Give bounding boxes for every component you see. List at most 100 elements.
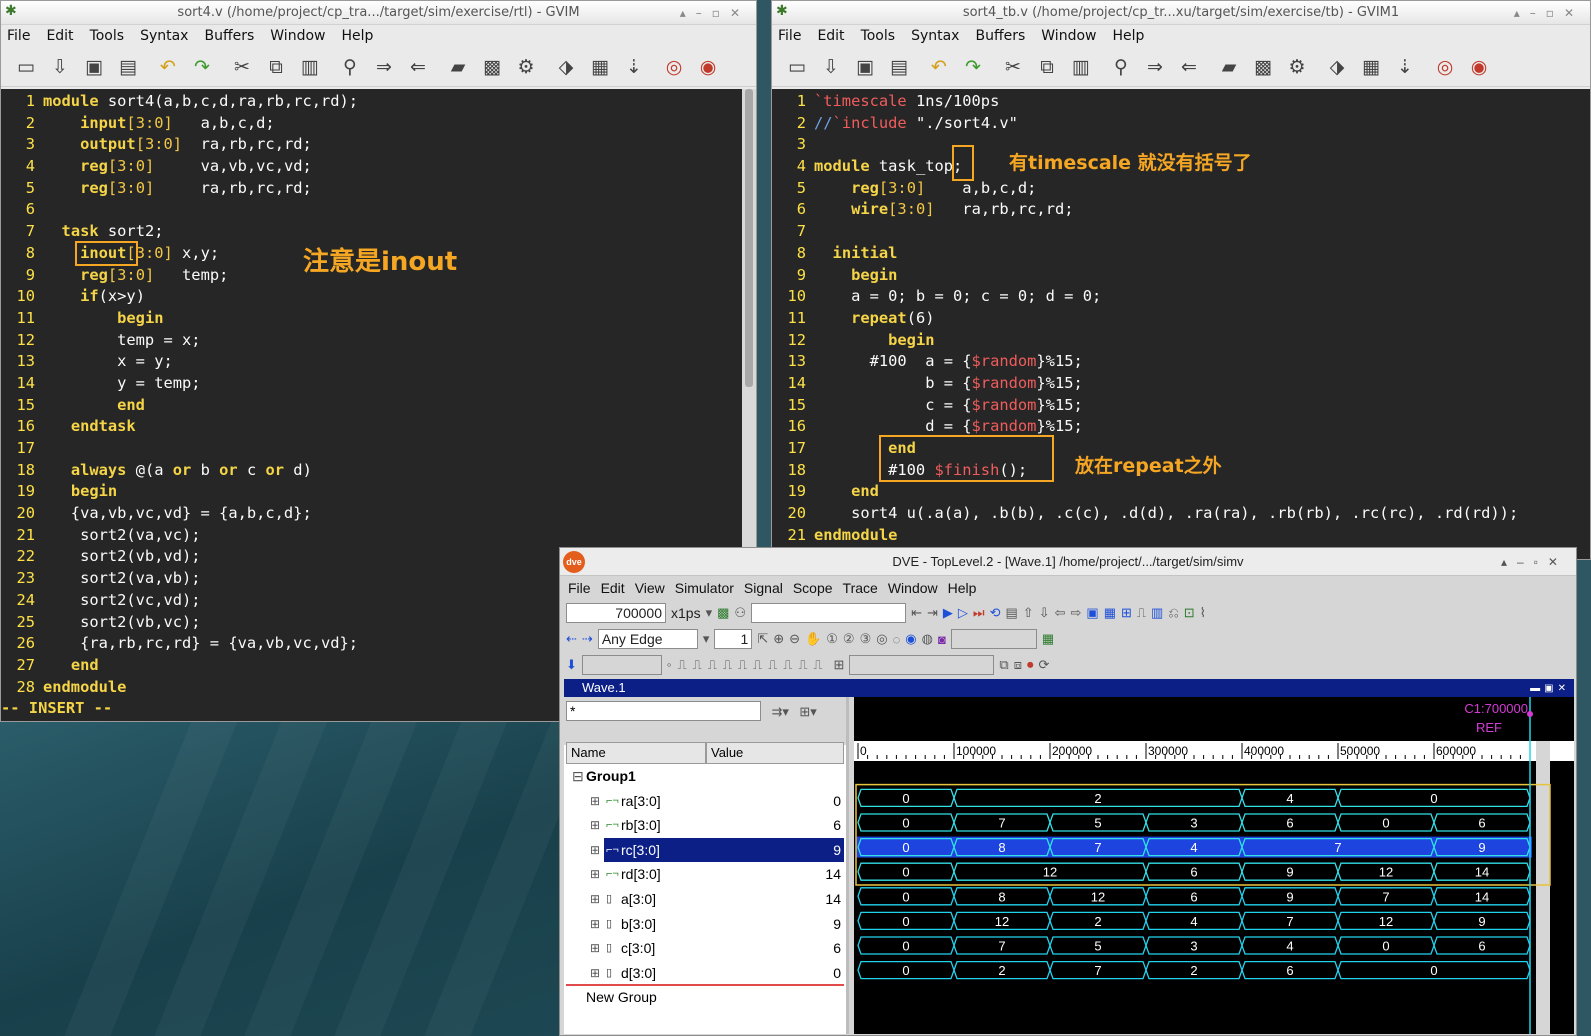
binoculars-icon[interactable]: ⚇ xyxy=(734,605,746,621)
title-bar[interactable]: ✱ sort4.v (/home/project/cp_tra.../targe… xyxy=(1,1,756,25)
table-icon[interactable]: ▦ xyxy=(1354,47,1388,87)
save-session-icon[interactable]: ▩ xyxy=(475,47,509,87)
find-help-icon[interactable]: ◉ xyxy=(691,47,725,87)
load-session-icon[interactable]: ▰ xyxy=(1212,47,1246,87)
code-line[interactable]: 11 begin xyxy=(1,308,756,330)
compare-all-icon[interactable]: ⧈ xyxy=(1014,657,1022,673)
copy-icon[interactable]: ⧉ xyxy=(259,47,293,87)
compare-icon[interactable]: ⧉ xyxy=(999,657,1008,673)
code-line[interactable]: 17 xyxy=(1,438,756,460)
time-unit-select[interactable]: x1ps xyxy=(671,605,701,621)
code-line[interactable]: 15 c = {$random}%15; xyxy=(772,395,1590,417)
find-next-icon[interactable]: ⇒ xyxy=(367,47,401,87)
save-icon[interactable]: ⇩ xyxy=(43,47,77,87)
search-next-icon[interactable]: ⇥ xyxy=(927,605,938,621)
paste-icon[interactable]: ▥ xyxy=(1064,47,1098,87)
signal-row[interactable]: ⊞ a[3:0] ▯ 14 xyxy=(566,887,844,912)
redo-icon[interactable]: ↷ xyxy=(956,47,990,87)
paste-icon[interactable]: ▥ xyxy=(293,47,327,87)
signal-pane[interactable]: * ⇉▾ ⊞▾ Name Value ⊟ Group1 ⊞ ra[3:0] ⌐¬ 0 ⊞… xyxy=(564,697,849,1034)
name-column-header[interactable]: Name xyxy=(566,742,706,764)
save-icon[interactable]: ⇩ xyxy=(814,47,848,87)
code-line[interactable]: 6 wire[3:0] ra,rb,rc,rd; xyxy=(772,199,1590,221)
undo-icon[interactable]: ↶ xyxy=(151,47,185,87)
signal-row[interactable]: ⊞ b[3:0] ▯ 9 xyxy=(566,912,844,937)
group-row[interactable]: ⊟ Group1 xyxy=(566,764,844,789)
filter-types-icon[interactable]: ⊞▾ xyxy=(799,704,816,720)
cut-icon[interactable]: ✂ xyxy=(996,47,1030,87)
down-arrow-icon[interactable]: ⬇ xyxy=(566,657,577,673)
up-icon[interactable]: ⇧ xyxy=(1023,605,1034,621)
code-line[interactable]: 5 reg[3:0] a,b,c,d; xyxy=(772,178,1590,200)
print-icon[interactable]: ▤ xyxy=(111,47,145,87)
forward-icon[interactable]: ⇨ xyxy=(1071,605,1082,621)
menu-syntax[interactable]: Syntax xyxy=(140,28,188,44)
menu-tools[interactable]: Tools xyxy=(861,28,896,44)
code-line[interactable]: 2 input[3:0] a,b,c,d; xyxy=(1,113,756,135)
pointer-icon[interactable]: ⇱ xyxy=(757,631,768,647)
down-icon[interactable]: ⇩ xyxy=(1039,605,1050,621)
chevron-down-icon[interactable]: ▾ xyxy=(706,605,713,621)
expand-icon[interactable]: ⊞ xyxy=(590,887,600,912)
window-controls[interactable]: ▴–▫✕ xyxy=(1501,548,1568,576)
edge-select[interactable]: Any Edge xyxy=(597,629,698,649)
restart-icon[interactable]: ⟲ xyxy=(990,605,1001,621)
expand-icon[interactable]: ⊞ xyxy=(590,838,600,863)
find-prev-icon[interactable]: ⇐ xyxy=(401,47,435,87)
menu-edit[interactable]: Edit xyxy=(601,580,625,596)
menu-signal[interactable]: Signal xyxy=(744,580,783,596)
zoom-fit-icon[interactable]: ① xyxy=(826,631,838,647)
next-edge-icon[interactable]: ⇢ xyxy=(582,631,593,647)
signal-row[interactable]: ⊞ ra[3:0] ⌐¬ 0 xyxy=(566,789,844,814)
save-all-icon[interactable]: ▣ xyxy=(77,47,111,87)
code-line[interactable]: 21 sort2(va,vc); xyxy=(1,525,756,547)
filter-options-icon[interactable]: ⇉▾ xyxy=(771,704,788,720)
table-icon[interactable]: ▦ xyxy=(583,47,617,87)
make-icon[interactable]: ⬗ xyxy=(549,47,583,87)
menu-window[interactable]: Window xyxy=(888,580,938,596)
time-field[interactable]: 700000 xyxy=(566,603,666,623)
wave-icon[interactable]: ⎍ xyxy=(1137,605,1146,621)
code-line[interactable]: 12 begin xyxy=(772,330,1590,352)
code-line[interactable]: 2 //`include "./sort4.v" xyxy=(772,113,1590,135)
refresh-icon[interactable]: ⟳ xyxy=(1039,657,1050,673)
menu-view[interactable]: View xyxy=(635,580,665,596)
gvim-window-right[interactable]: ✱ sort4_tb.v (/home/project/cp_tr...xu/t… xyxy=(771,0,1591,560)
zoom-out-icon[interactable]: ⊖ xyxy=(789,631,800,647)
code-line[interactable]: 6 xyxy=(1,199,756,221)
title-bar[interactable]: ✱ sort4_tb.v (/home/project/cp_tr...xu/t… xyxy=(772,1,1590,25)
code-line[interactable]: 12 temp = x; xyxy=(1,330,756,352)
collapse-icon[interactable]: ⊟ xyxy=(572,764,584,789)
signal-row[interactable]: ⊞ rc[3:0] ⌐¬ 9 xyxy=(566,837,844,863)
list-icon[interactable]: ▥ xyxy=(1151,605,1163,621)
menu-file[interactable]: File xyxy=(778,28,801,44)
code-line[interactable]: 13 x = y; xyxy=(1,351,756,373)
chevron-down-icon[interactable]: ▾ xyxy=(703,631,710,647)
code-line[interactable]: 13 #100 a = {$random}%15; xyxy=(772,351,1590,373)
copy-icon[interactable]: ⧉ xyxy=(1030,47,1064,87)
help-icon[interactable]: ◎ xyxy=(1428,47,1462,87)
zoom-in-icon[interactable]: ⊕ xyxy=(773,631,784,647)
signal-icons[interactable]: ◦⎍⎍⎍⎍⎍⎍⎍⎍⎍⎍ xyxy=(667,657,829,673)
code-line[interactable]: 9 begin xyxy=(772,265,1590,287)
code-line[interactable]: 14 b = {$random}%15; xyxy=(772,373,1590,395)
add-marker-icon[interactable]: ◍ xyxy=(922,631,933,647)
run-icon[interactable]: ▶ xyxy=(943,605,953,621)
signal-row[interactable]: ⊞ rd[3:0] ⌐¬ 14 xyxy=(566,862,844,887)
menu-file[interactable]: File xyxy=(7,28,30,44)
menu-simulator[interactable]: Simulator xyxy=(675,580,734,596)
signal-row[interactable]: ⊞ c[3:0] ▯ 6 xyxy=(566,936,844,961)
drivers-icon[interactable]: ⊡ xyxy=(1184,605,1195,621)
code-line[interactable]: 7 task sort2; xyxy=(1,221,756,243)
code-line[interactable]: 7 xyxy=(772,221,1590,243)
delete-marker-icon[interactable]: ◙ xyxy=(938,632,946,647)
signal-filter-input[interactable]: * xyxy=(566,701,761,721)
dve-title-bar[interactable]: dve DVE - TopLevel.2 - [Wave.1] /home/pr… xyxy=(560,548,1576,576)
menu-scope[interactable]: Scope xyxy=(793,580,833,596)
expand-icon[interactable]: ⊞ xyxy=(590,813,600,838)
open-icon[interactable]: ▭ xyxy=(780,47,814,87)
schematic-icon[interactable]: ⊞ xyxy=(1121,605,1132,621)
menu-window[interactable]: Window xyxy=(1041,28,1096,44)
zoom-2-icon[interactable]: ② xyxy=(843,631,855,647)
code-line[interactable]: 1 `timescale 1ns/100ps xyxy=(772,91,1590,113)
